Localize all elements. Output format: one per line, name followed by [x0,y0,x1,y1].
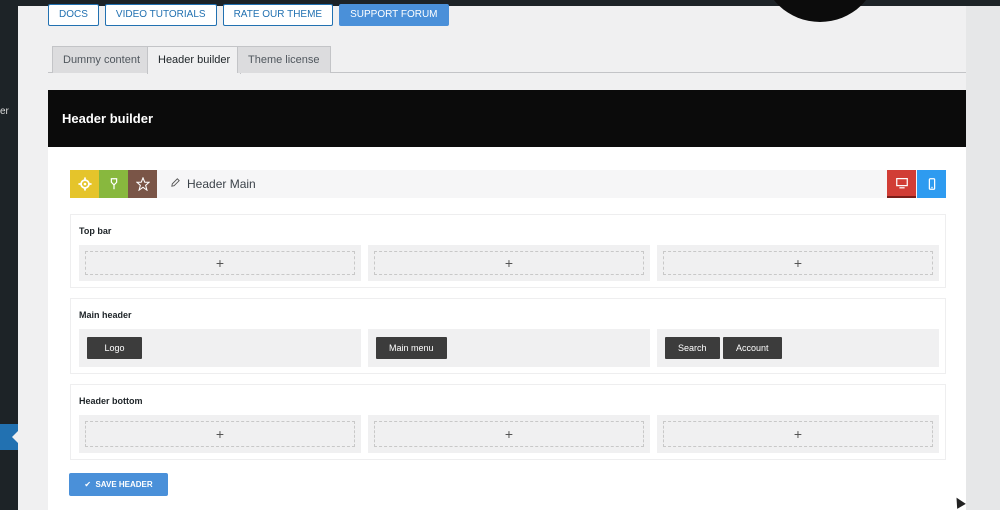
add-element-button[interactable]: + [85,421,355,447]
save-header-button[interactable]: ✔ SAVE HEADER [69,473,168,496]
row-label: Main header [79,310,132,320]
row-main-header: Main header Logo Main menu Search Accoun… [70,298,946,374]
add-element-button[interactable]: + [374,421,644,447]
pencil-icon [170,177,181,191]
header-builder-panel: Header Main Top bar + + + Main header Lo… [48,147,966,510]
column-center: Main menu [368,329,650,367]
tab-dummy-content[interactable]: Dummy content [52,46,152,73]
gear-icon[interactable] [70,170,99,198]
tab-header-builder[interactable]: Header builder [147,46,242,74]
column-left: + [79,415,361,453]
column-right: Search Account [657,329,939,367]
desktop-icon[interactable] [887,170,916,198]
star-icon[interactable] [128,170,157,198]
column-center: + [368,415,650,453]
panel-header: Header builder [48,90,966,147]
avatar [762,0,878,22]
header-name-label: Header Main [187,177,256,191]
column-left: + [79,245,361,281]
row-label: Top bar [79,226,112,236]
element-main-menu[interactable]: Main menu [376,337,447,359]
column-right: + [657,245,939,281]
column-right: + [657,415,939,453]
add-element-button[interactable]: + [374,251,644,275]
panel-title: Header builder [62,111,154,126]
element-logo[interactable]: Logo [87,337,142,359]
add-element-button[interactable]: + [85,251,355,275]
save-header-label: SAVE HEADER [95,480,153,489]
element-account[interactable]: Account [723,337,782,359]
support-forum-button[interactable]: SUPPORT FORUM [339,4,449,26]
admin-sidebar: er [0,0,18,510]
add-element-button[interactable]: + [663,421,933,447]
mobile-icon[interactable] [917,170,946,198]
add-element-button[interactable]: + [663,251,933,275]
row-header-bottom: Header bottom + + + [70,384,946,460]
builder-toolbar: Header Main [70,170,946,198]
column-left: Logo [79,329,361,367]
hanger-icon[interactable] [99,170,128,198]
row-label: Header bottom [79,396,143,406]
rate-theme-button[interactable]: RATE OUR THEME [222,4,334,26]
sidebar-active-arrow-icon [12,431,18,443]
row-top-bar: Top bar + + + [70,214,946,288]
top-links: DOCS VIDEO TUTORIALS RATE OUR THEME SUPP… [48,4,449,26]
tab-theme-license[interactable]: Theme license [237,46,331,73]
sidebar-fragment-text: er [0,106,9,117]
video-tutorials-button[interactable]: VIDEO TUTORIALS [104,4,217,26]
check-icon: ✔ [84,480,96,489]
column-center: + [368,245,650,281]
docs-button[interactable]: DOCS [48,4,99,26]
header-name[interactable]: Header Main [170,177,256,191]
tab-bar: Dummy content Header builder Theme licen… [48,46,966,74]
element-search[interactable]: Search [665,337,720,359]
right-gutter [966,6,1000,510]
